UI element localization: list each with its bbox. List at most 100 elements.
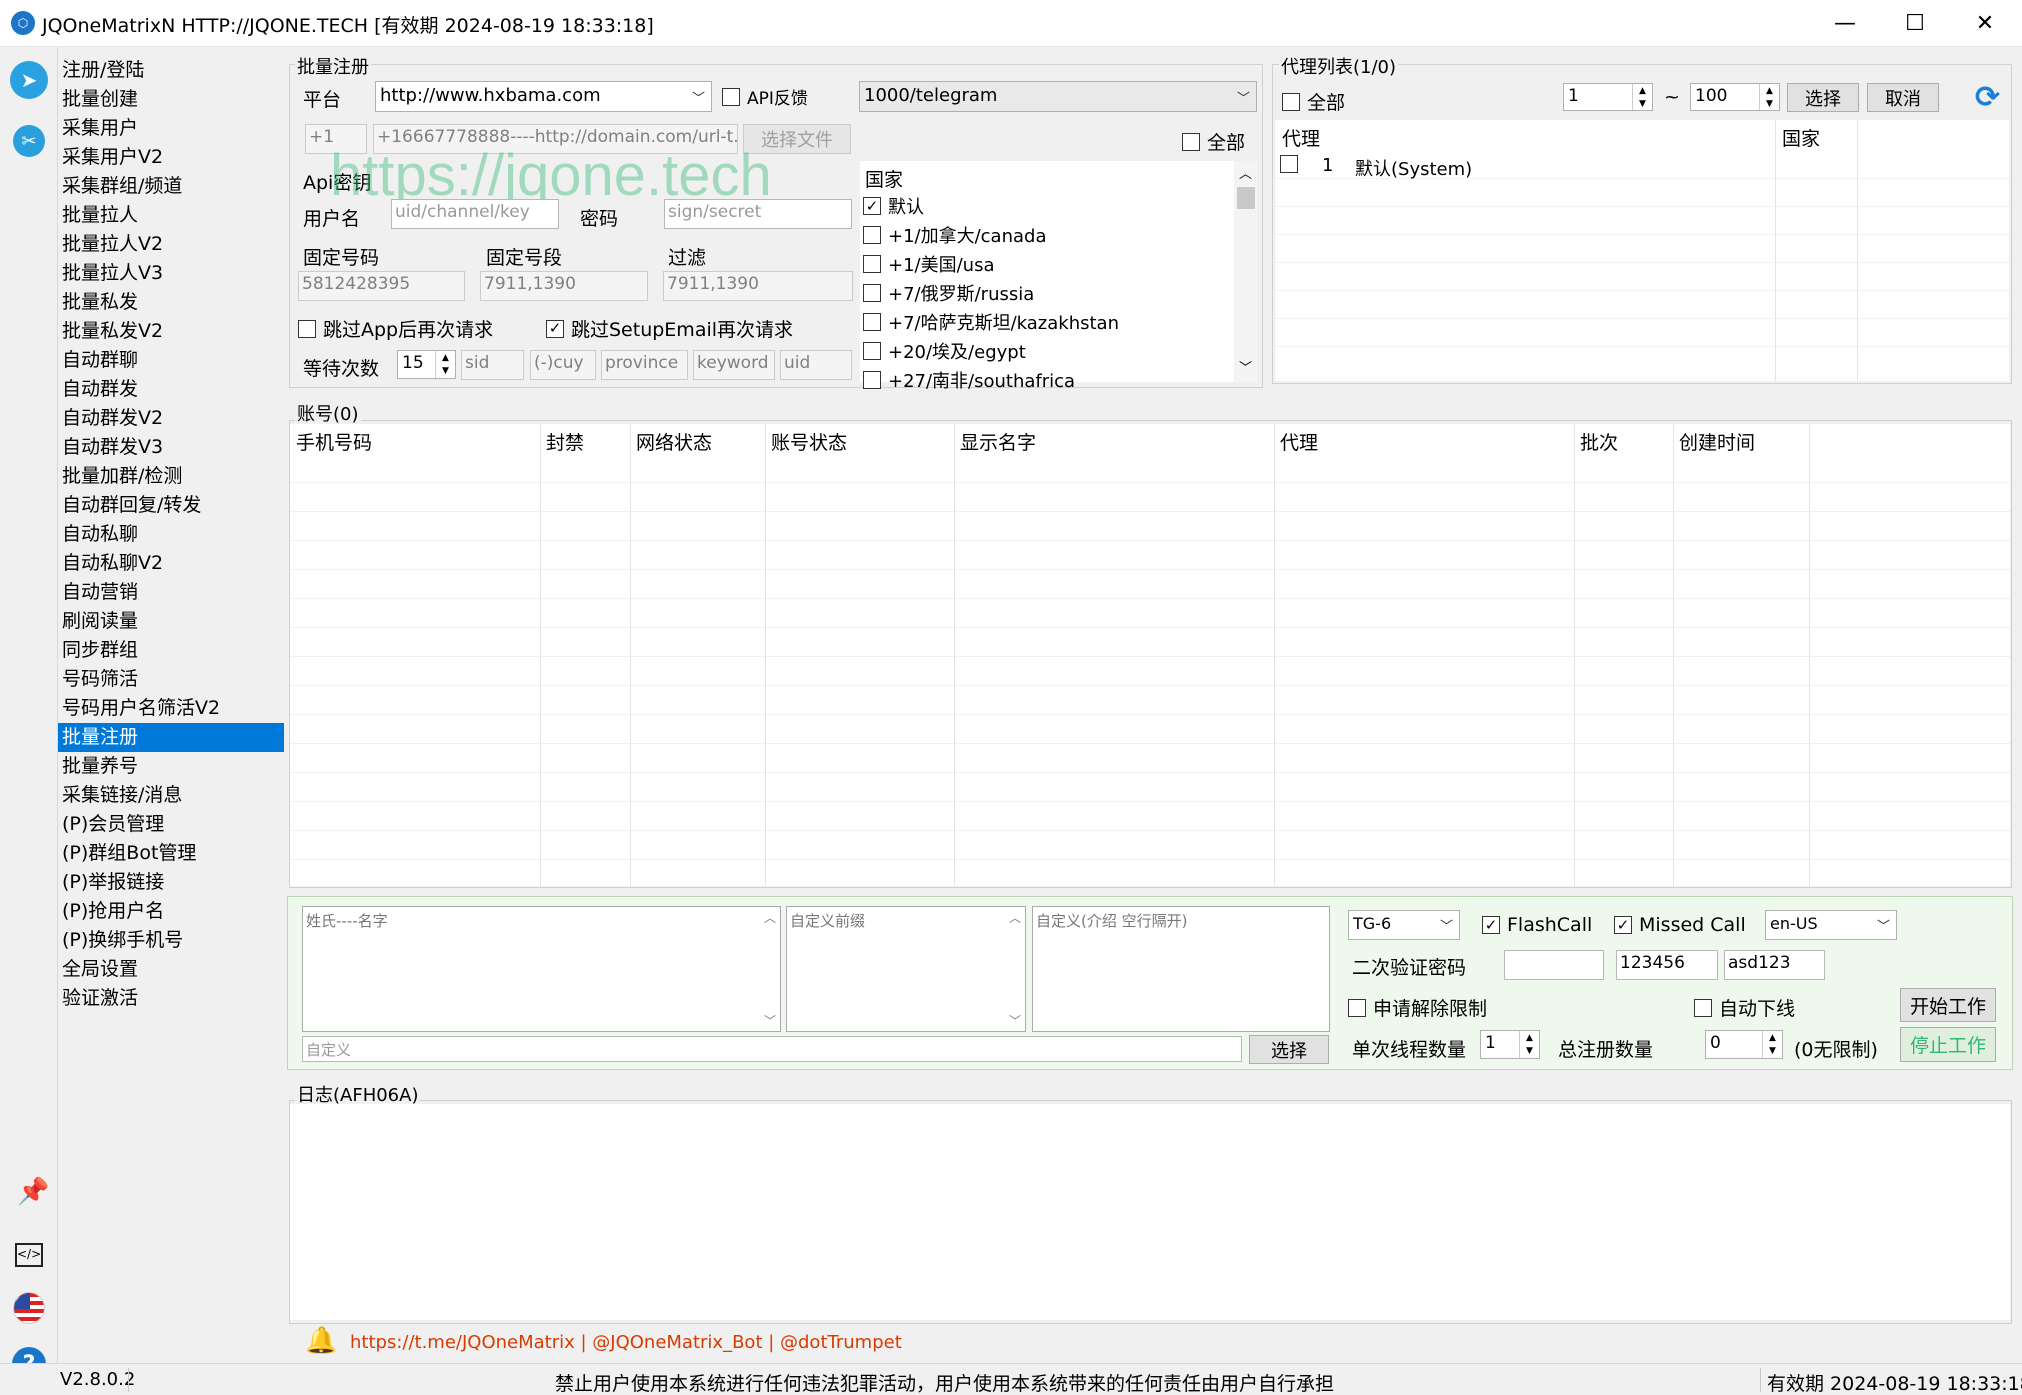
proxy-select-button[interactable]: 选择 <box>1787 83 1859 112</box>
proxy-from-stepper[interactable]: 1 ▲ ▼ <box>1563 83 1653 111</box>
stepper-arrows-icon[interactable]: ▲ ▼ <box>1759 84 1779 110</box>
nav-item[interactable]: (P)会员管理 <box>58 810 284 839</box>
nav-item[interactable]: 批量私发V2 <box>58 317 284 346</box>
param-field[interactable]: (-)cuy <box>530 350 596 380</box>
flashcall-checkbox[interactable]: ✓ FlashCall <box>1482 914 1592 936</box>
proxy-all-checkbox[interactable]: 全部 <box>1282 88 1345 115</box>
accounts-col-header[interactable]: 创建时间 <box>1679 428 1755 455</box>
proxy-row[interactable]: 1 默认(System) <box>1275 153 2009 180</box>
stop-work-button[interactable]: 停止工作 <box>1900 1027 1996 1062</box>
scroll-down-icon[interactable]: ﹀ <box>764 1012 776 1029</box>
bio-textarea[interactable]: 自定义(介绍 空行隔开) <box>1032 906 1330 1032</box>
custom-field[interactable]: 自定义 <box>302 1036 1242 1062</box>
param-field[interactable]: sid <box>461 350 524 380</box>
param-field[interactable]: uid <box>780 350 852 380</box>
proxy-cancel-button[interactable]: 取消 <box>1867 83 1939 112</box>
stepper-arrows-icon[interactable]: ▲ ▼ <box>1519 1031 1539 1058</box>
accounts-col-header[interactable]: 封禁 <box>546 428 584 455</box>
nav-item[interactable]: 自动群发V2 <box>58 404 284 433</box>
threads-stepper[interactable]: 1 ▲ ▼ <box>1480 1030 1540 1059</box>
us-flag-icon[interactable] <box>13 1292 45 1324</box>
nav-item[interactable]: 批量注册 <box>58 723 284 752</box>
nav-item[interactable]: 批量拉人V2 <box>58 230 284 259</box>
nav-item[interactable]: 刷阅读量 <box>58 607 284 636</box>
accounts-col-header[interactable]: 账号状态 <box>771 428 847 455</box>
nav-item[interactable]: 自动私聊 <box>58 520 284 549</box>
country-item[interactable]: +7/哈萨克斯坦/kazakhstan <box>863 309 1119 335</box>
accounts-col-header[interactable]: 批次 <box>1580 428 1618 455</box>
nav-item[interactable]: 注册/登陆 <box>58 56 284 85</box>
code-window-icon[interactable]: </> <box>15 1243 43 1267</box>
country-item[interactable]: ✓ 默认 <box>863 193 924 219</box>
stepper-arrows-icon[interactable]: ▲ ▼ <box>1762 1031 1782 1058</box>
start-work-button[interactable]: 开始工作 <box>1900 988 1996 1022</box>
checkbox-box[interactable] <box>1280 155 1298 173</box>
stepper-arrows-icon[interactable]: ▲ ▼ <box>1632 84 1652 110</box>
refresh-icon[interactable]: ⟳ <box>1975 80 2000 115</box>
accounts-col-header[interactable]: 代理 <box>1280 428 1318 455</box>
scroll-down-icon[interactable]: ﹀ <box>1009 1012 1021 1029</box>
contact-links[interactable]: https://t.me/JQOneMatrix | @JQOneMatrix_… <box>350 1332 902 1353</box>
nav-item[interactable]: 全局设置 <box>58 955 284 984</box>
language-select[interactable]: en-US ﹀ <box>1765 910 1897 940</box>
stepper-arrows-icon[interactable]: ▲ ▼ <box>435 351 455 378</box>
close-button[interactable]: ✕ <box>1950 0 2020 47</box>
scroll-thumb[interactable] <box>1237 187 1255 209</box>
twofa-field-2[interactable]: 123456 <box>1616 950 1718 980</box>
nav-item[interactable]: 自动群发V3 <box>58 433 284 462</box>
prefix-textarea[interactable]: 自定义前缀 ︿ ﹀ <box>786 906 1026 1032</box>
proxy-to-stepper[interactable]: 100 ▲ ▼ <box>1690 83 1780 111</box>
country-item[interactable]: +20/埃及/egypt <box>863 338 1026 364</box>
scroll-up-icon[interactable]: ︿ <box>1009 909 1021 926</box>
nav-item[interactable]: 自动群发 <box>58 375 284 404</box>
missedcall-checkbox[interactable]: ✓ Missed Call <box>1614 914 1746 936</box>
platform-select[interactable]: http://www.hxbama.com ﹀ <box>375 81 712 112</box>
nav-item[interactable]: 自动营销 <box>58 578 284 607</box>
auto-offline-checkbox[interactable]: 自动下线 <box>1694 994 1795 1021</box>
wait-count-stepper[interactable]: 15 ▲ ▼ <box>397 350 456 379</box>
api-feedback-checkbox[interactable]: API反馈 <box>722 84 808 109</box>
telegram-icon[interactable]: ➤ <box>10 61 48 99</box>
nav-item[interactable]: 批量私发 <box>58 288 284 317</box>
unlimit-checkbox[interactable]: 申请解除限制 <box>1348 994 1487 1021</box>
fixed-segment-field[interactable]: 7911,1390 <box>480 271 648 301</box>
nav-item[interactable]: 批量拉人V3 <box>58 259 284 288</box>
scroll-up-icon[interactable]: ︿ <box>1239 163 1252 182</box>
custom-choose-button[interactable]: 选择 <box>1249 1035 1329 1064</box>
skip-email-checkbox[interactable]: ✓ 跳过SetupEmail再次请求 <box>546 315 793 342</box>
param-field[interactable]: keyword <box>693 350 775 380</box>
country-item[interactable]: +7/俄罗斯/russia <box>863 280 1034 306</box>
names-textarea[interactable]: 姓氏----名字 ︿ ﹀ <box>302 906 781 1032</box>
accounts-col-header[interactable]: 手机号码 <box>296 428 372 455</box>
country-item[interactable]: +1/美国/usa <box>863 251 994 277</box>
scroll-up-icon[interactable]: ︿ <box>764 909 776 926</box>
device-select[interactable]: TG-6 ﹀ <box>1348 910 1460 940</box>
nav-item[interactable]: 验证激活 <box>58 984 284 1013</box>
twofa-field-3[interactable]: asd123 <box>1724 950 1825 980</box>
username-field[interactable]: uid/channel/key <box>391 199 559 229</box>
nav-item[interactable]: 采集群组/频道 <box>58 172 284 201</box>
twofa-field-1[interactable] <box>1504 950 1604 980</box>
accounts-col-header[interactable]: 显示名字 <box>960 428 1036 455</box>
filter-field[interactable]: 7911,1390 <box>663 271 853 301</box>
nav-item[interactable]: (P)群组Bot管理 <box>58 839 284 868</box>
country-list[interactable]: 国家 ✓ 默认 +1/加拿大/canada +1/美国/usa +7/俄罗斯/russi… <box>860 161 1258 392</box>
nav-item[interactable]: 采集用户 <box>58 114 284 143</box>
password-field[interactable]: sign/secret <box>664 199 852 229</box>
maximize-button[interactable]: ☐ <box>1880 0 1950 47</box>
pin-icon[interactable]: 📌 <box>17 1177 49 1207</box>
minimize-button[interactable]: — <box>1810 0 1880 47</box>
total-stepper[interactable]: 0 ▲ ▼ <box>1705 1030 1783 1059</box>
country-item[interactable]: +1/加拿大/canada <box>863 222 1046 248</box>
country-item[interactable]: +27/南非/southafrica <box>863 367 1075 393</box>
nav-item[interactable]: 自动群聊 <box>58 346 284 375</box>
nav-item[interactable]: (P)举报链接 <box>58 868 284 897</box>
nav-item[interactable]: 号码用户名筛活V2 <box>58 694 284 723</box>
nav-item[interactable]: 同步群组 <box>58 636 284 665</box>
nav-item[interactable]: 号码筛活 <box>58 665 284 694</box>
app-select[interactable]: 1000/telegram ﹀ <box>859 81 1257 112</box>
nav-item[interactable]: 自动群回复/转发 <box>58 491 284 520</box>
nav-item[interactable]: 批量养号 <box>58 752 284 781</box>
nav-item[interactable]: 采集链接/消息 <box>58 781 284 810</box>
nav-item[interactable]: (P)抢用户名 <box>58 897 284 926</box>
